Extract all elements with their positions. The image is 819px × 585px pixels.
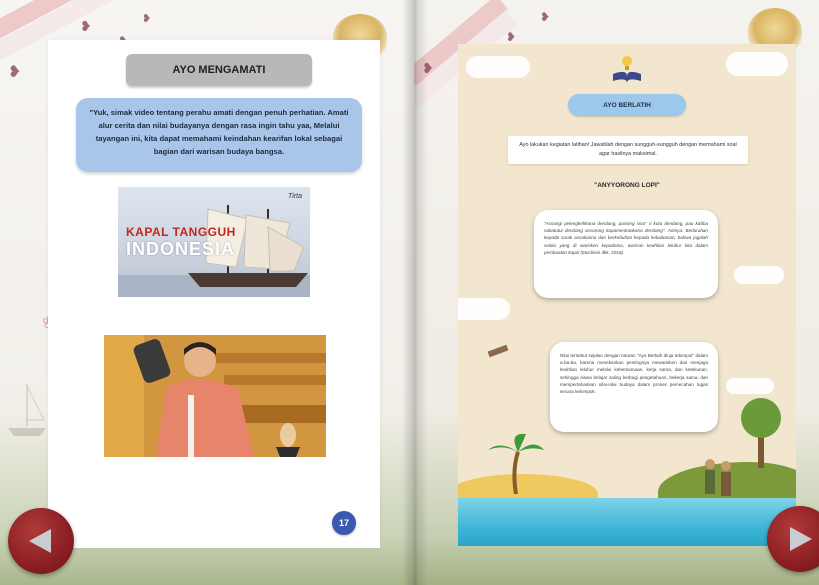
book-lightbulb-icon	[613, 56, 641, 83]
arrow-right-icon	[790, 527, 812, 551]
arrow-left-icon	[29, 529, 51, 553]
exercise-instruction-box: Ayo lakukan kegiatan latihan! Jawablah d…	[508, 136, 748, 164]
video-title-line1: KAPAL TANGGUH	[126, 225, 236, 239]
content-card-left: AYO MENGAMATI "Yuk, simak video tentang …	[48, 40, 380, 548]
right-page: ❥ ❥ ❥ AYO BERLATIH Ayo lakukan kegiatan …	[414, 0, 819, 585]
bird-icon: ❥	[506, 30, 517, 44]
intro-instruction-box: "Yuk, simak video tentang perahu amati d…	[76, 98, 362, 172]
cloud-decoration	[466, 56, 530, 78]
sailboat-watermark-icon	[8, 384, 46, 436]
cloud-decoration	[726, 52, 788, 76]
cloud-decoration	[458, 298, 510, 320]
section-title-ayo-berlatih: AYO BERLATIH	[568, 94, 686, 116]
book-spread: ❥ ❥ ❥ ❥ ❥ ❀ AYO MENGAMATI "Yuk, simak vi…	[0, 0, 819, 585]
explanation-card: Nilai tersebut sejalan dengan tuturan "A…	[550, 342, 718, 432]
content-card-right: AYO BERLATIH Ayo lakukan kegiatan latiha…	[458, 44, 796, 546]
pencil-icon	[487, 344, 509, 358]
video-brand-badge: Tirta	[288, 193, 302, 200]
tree-icon	[741, 398, 781, 468]
page-number-badge: 17	[332, 511, 356, 535]
quote-card: "Assangi pelengkehkana dendang, passing …	[534, 210, 718, 298]
bird-icon: ❥	[8, 64, 22, 81]
cloud-decoration	[734, 266, 784, 284]
palm-tree-icon	[488, 433, 544, 494]
left-page: ❥ ❥ ❥ ❥ ❥ ❀ AYO MENGAMATI "Yuk, simak vi…	[0, 0, 414, 585]
bird-icon: ❥	[80, 18, 92, 34]
sea-water	[458, 498, 796, 546]
story-title: "ANYYORONG LOPI"	[594, 182, 660, 189]
video-thumbnail-kapal[interactable]: Tirta KAPAL TANGGUH INDONESIA	[118, 187, 310, 297]
people-figures-icon	[705, 459, 731, 496]
section-title-ayo-mengamati: AYO MENGAMATI	[126, 54, 312, 86]
cloud-decoration	[726, 378, 774, 394]
video-title-line2: INDONESIA	[126, 239, 236, 259]
boat-builder-illustration	[104, 335, 326, 457]
bird-icon: ❥	[142, 13, 152, 25]
bird-icon: ❥	[540, 10, 551, 24]
book-gutter	[402, 0, 428, 585]
previous-page-button[interactable]	[8, 508, 74, 574]
carpenter-illustration-icon	[104, 335, 326, 457]
